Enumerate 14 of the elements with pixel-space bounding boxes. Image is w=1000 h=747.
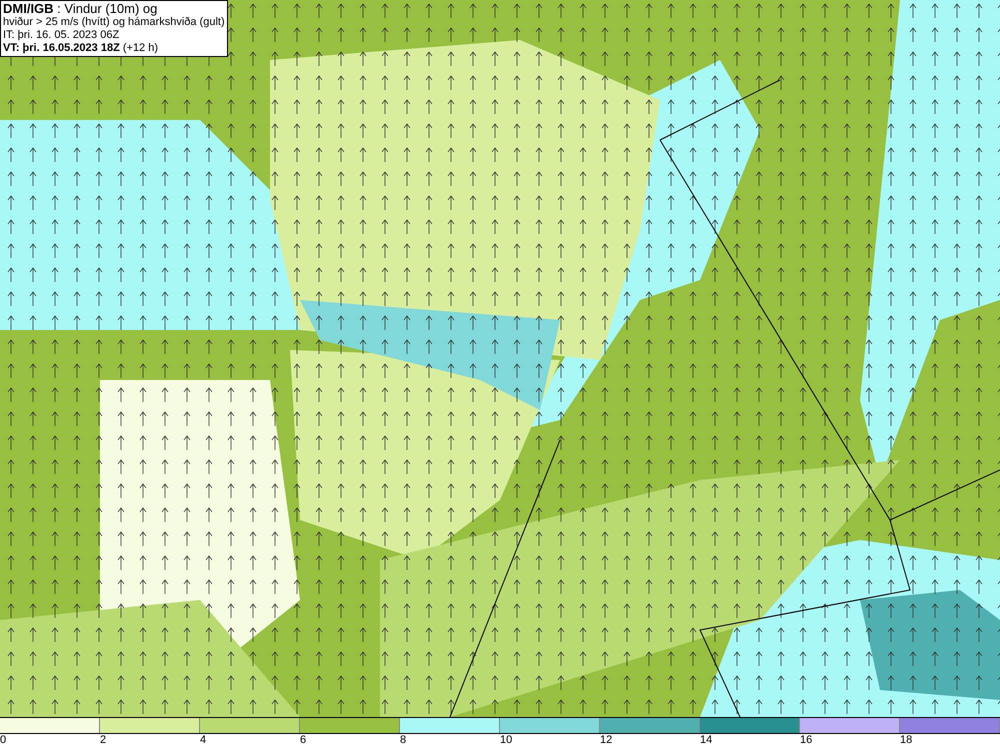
legend-text: DMI/IGB : Vindur (10m) og	[3, 2, 158, 16]
tick-label: 16	[800, 734, 812, 747]
tick-label: 12	[600, 734, 612, 747]
legend-text: hviður > 25 m/s (hvítt) og hámarkshviða (gult)	[3, 16, 225, 29]
legend-text: IT: þri. 16. 05. 2023 06Z	[3, 29, 120, 42]
tick-label: 4	[200, 734, 206, 747]
legend-text: VT: þri. 16.05.2023 18Z (+12 h)	[3, 42, 160, 55]
tick-label: 10	[500, 734, 512, 747]
tick-label: 8	[400, 734, 406, 747]
tick-label: 18	[900, 734, 912, 747]
tick-label: 6	[300, 734, 306, 747]
tick-label: 14	[700, 734, 712, 747]
tick-label: 0	[0, 734, 6, 747]
tick-label: 2	[100, 734, 106, 747]
